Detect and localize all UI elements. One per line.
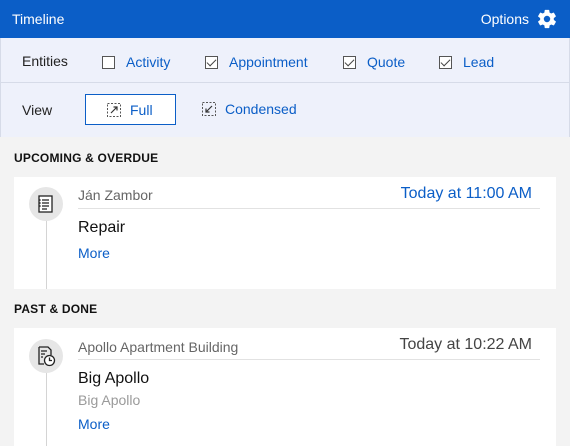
record-icon <box>29 187 63 221</box>
record-icon <box>29 339 63 373</box>
item-divider <box>78 359 540 360</box>
entities-row: Entities Activity Appointment Quote Lead <box>1 38 569 83</box>
item-divider <box>78 208 540 209</box>
item-description: Big Apollo <box>78 392 141 408</box>
entity-checkbox-activity[interactable]: Activity <box>102 54 170 70</box>
note-list-icon <box>38 195 53 213</box>
item-date: Today at 10:22 AM <box>399 336 532 353</box>
document-clock-icon <box>38 346 56 367</box>
item-date: Today at 11:00 AM <box>400 185 532 202</box>
options-button[interactable]: Options <box>481 8 558 30</box>
expand-icon <box>107 102 121 117</box>
more-link[interactable]: More <box>78 245 110 261</box>
timeline-title: Timeline <box>12 11 65 27</box>
item-owner[interactable]: Apollo Apartment Building <box>78 339 238 355</box>
checkbox-box[interactable] <box>439 55 452 69</box>
section-title-upcoming: UPCOMING & OVERDUE <box>14 151 159 165</box>
collapse-icon <box>202 102 216 116</box>
item-subject[interactable]: Repair <box>78 219 125 237</box>
entity-checkbox-quote[interactable]: Quote <box>343 54 405 70</box>
view-full-label: Full <box>130 101 153 118</box>
view-label: View <box>22 102 53 118</box>
entity-label-activity: Activity <box>126 54 171 70</box>
view-row: View Full Condensed <box>1 83 569 137</box>
checkbox-box[interactable] <box>102 55 115 69</box>
section-title-past: PAST & DONE <box>14 302 98 316</box>
entity-label-appointment: Appointment <box>229 54 308 70</box>
timeline-item[interactable]: Apollo Apartment Building Today at 10:22… <box>14 328 556 446</box>
item-owner[interactable]: Ján Zambor <box>78 187 153 203</box>
entity-label-quote: Quote <box>367 54 406 70</box>
view-full-button[interactable]: Full <box>85 94 176 125</box>
entity-checkbox-appointment[interactable]: Appointment <box>205 54 308 70</box>
timeline-header: Timeline Options <box>0 0 570 38</box>
more-link[interactable]: More <box>78 416 110 432</box>
view-condensed-button[interactable]: Condensed <box>201 101 297 117</box>
filter-panel: Entities Activity Appointment Quote Lead… <box>0 38 570 137</box>
entities-label: Entities <box>22 53 68 69</box>
timeline-item[interactable]: Ján Zambor Today at 11:00 AM Repair More <box>14 177 556 289</box>
checkbox-box[interactable] <box>343 55 356 69</box>
entity-label-lead: Lead <box>463 54 495 70</box>
item-subject[interactable]: Big Apollo <box>78 370 149 388</box>
entity-checkbox-lead[interactable]: Lead <box>439 54 494 70</box>
options-label: Options <box>480 11 529 27</box>
checkbox-box[interactable] <box>205 55 218 69</box>
gear-icon <box>538 9 556 29</box>
view-condensed-label: Condensed <box>225 101 297 117</box>
